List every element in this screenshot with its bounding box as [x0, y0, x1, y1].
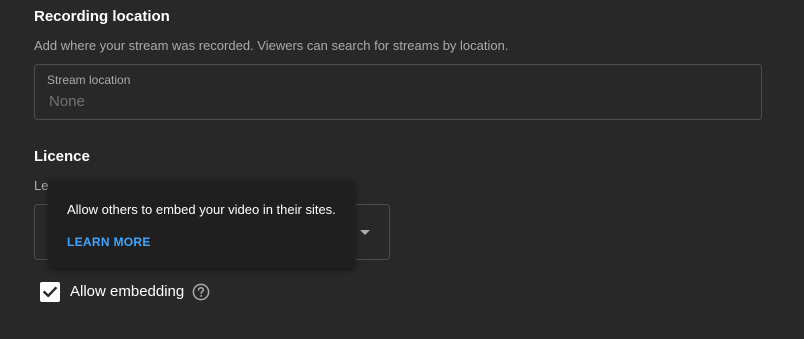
learn-more-link[interactable]: LEARN MORE [67, 235, 151, 249]
check-icon [42, 286, 58, 298]
stream-location-label: Stream location [47, 73, 131, 87]
licence-title: Licence [34, 148, 90, 165]
stream-location-field[interactable]: Stream location None [34, 64, 762, 120]
help-circle-icon[interactable] [192, 283, 210, 301]
licence-description: Le [34, 178, 49, 193]
page: Recording location Add where your stream… [0, 0, 804, 339]
allow-embedding-label: Allow embedding [70, 283, 185, 300]
embed-tooltip: Allow others to embed your video in thei… [48, 180, 355, 268]
dropdown-arrow-icon [360, 230, 370, 235]
tooltip-text: Allow others to embed your video in thei… [67, 202, 336, 217]
recording-location-description: Add where your stream was recorded. View… [34, 38, 509, 53]
stream-location-value: None [49, 93, 85, 110]
allow-embedding-checkbox[interactable] [40, 282, 60, 302]
recording-location-title: Recording location [34, 8, 170, 25]
